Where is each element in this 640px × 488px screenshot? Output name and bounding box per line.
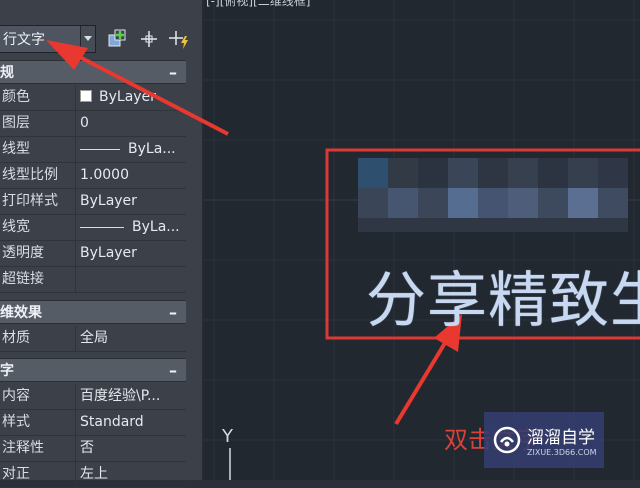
property-value[interactable]: 全局	[76, 326, 186, 351]
section-3d-effects-header[interactable]: 维效果 –	[0, 300, 186, 324]
section-general-header[interactable]: 规 –	[0, 60, 186, 84]
collapse-icon[interactable]: –	[160, 303, 186, 322]
property-label: 颜色	[0, 85, 76, 110]
property-label: 样式	[0, 410, 76, 435]
lineweight-value: ByLa...	[132, 219, 180, 235]
property-value[interactable]: 否	[76, 436, 186, 461]
property-value[interactable]: ByLayer	[76, 241, 186, 266]
property-row-hyperlink[interactable]: 超链接	[0, 267, 186, 293]
object-type-value: 行文字	[3, 32, 45, 48]
property-value[interactable]: ByLayer	[76, 189, 186, 214]
property-value[interactable]: ByLa...	[76, 215, 186, 240]
property-row-linetype[interactable]: 线型 ByLa...	[0, 137, 186, 163]
grid-lines	[204, 0, 640, 480]
viewport-controls[interactable]: [-][俯视][二维线框]	[206, 0, 310, 9]
property-label: 线宽	[0, 215, 76, 240]
property-label: 材质	[0, 326, 76, 351]
property-value[interactable]: 0	[76, 111, 186, 136]
section-title: 字	[0, 363, 14, 379]
mtext-object[interactable]: 分享精致生	[366, 252, 640, 339]
property-value[interactable]: 1.0000	[76, 163, 186, 188]
color-swatch-icon	[80, 90, 92, 102]
property-value[interactable]: ByLa...	[76, 137, 186, 162]
linetype-value: ByLa...	[128, 141, 176, 157]
collapse-icon[interactable]: –	[160, 63, 186, 82]
property-label: 打印样式	[0, 189, 76, 214]
watermark-name: 溜溜自学	[527, 428, 595, 448]
watermark-logo-icon	[493, 426, 521, 454]
property-label: 注释性	[0, 436, 76, 461]
section-title: 规	[0, 65, 14, 81]
collapse-icon[interactable]: –	[160, 361, 186, 380]
section-text-header[interactable]: 字 –	[0, 358, 186, 382]
property-label: 线型	[0, 137, 76, 162]
property-row-contents[interactable]: 内容 百度经验\P...	[0, 384, 186, 410]
properties-palette: 行文字 规 – 颜色 ByLayer 图层 0 线型 ByLa... 线型比例 …	[0, 0, 204, 488]
property-value[interactable]: 左上	[76, 462, 186, 487]
quick-select-icon[interactable]	[168, 28, 190, 50]
watermark: 溜溜自学 ZIXUE.3D66.COM	[484, 412, 604, 468]
lineweight-sample-icon	[80, 226, 124, 228]
property-value[interactable]: Standard	[76, 410, 186, 435]
property-value[interactable]: 百度经验\P...	[76, 384, 186, 409]
property-row-lineweight[interactable]: 线宽 ByLa...	[0, 215, 186, 241]
toggle-pickadd-icon[interactable]	[106, 28, 128, 50]
property-row-transparency[interactable]: 透明度 ByLayer	[0, 241, 186, 267]
property-label: 超链接	[0, 267, 76, 292]
property-row-style[interactable]: 样式 Standard	[0, 410, 186, 436]
property-row-annotative[interactable]: 注释性 否	[0, 436, 186, 462]
linetype-sample-icon	[80, 148, 120, 150]
property-row-color[interactable]: 颜色 ByLayer	[0, 85, 186, 111]
property-label: 内容	[0, 384, 76, 409]
property-value[interactable]	[76, 267, 186, 292]
property-row-justify[interactable]: 对正 左上	[0, 462, 186, 488]
property-value[interactable]: ByLayer	[76, 85, 186, 110]
object-type-dropdown[interactable]: 行文字	[0, 25, 96, 53]
watermark-url: ZIXUE.3D66.COM	[527, 448, 597, 457]
property-label: 透明度	[0, 241, 76, 266]
property-row-material[interactable]: 材质 全局	[0, 326, 186, 352]
section-title: 维效果	[0, 305, 42, 321]
property-row-layer[interactable]: 图层 0	[0, 111, 186, 137]
palette-toolbar: 行文字	[0, 0, 202, 60]
property-row-linetype-scale[interactable]: 线型比例 1.0000	[0, 163, 186, 189]
palette-scrollbar[interactable]	[186, 60, 202, 480]
property-row-plot-style[interactable]: 打印样式 ByLayer	[0, 189, 186, 215]
property-label: 图层	[0, 111, 76, 136]
property-label: 对正	[0, 462, 76, 487]
chevron-down-icon[interactable]	[80, 26, 95, 52]
property-label: 线型比例	[0, 163, 76, 188]
ucs-y-label: Y	[222, 426, 233, 447]
select-objects-icon[interactable]	[138, 28, 160, 50]
drawing-canvas[interactable]	[204, 0, 640, 480]
color-value: ByLayer	[99, 89, 156, 105]
